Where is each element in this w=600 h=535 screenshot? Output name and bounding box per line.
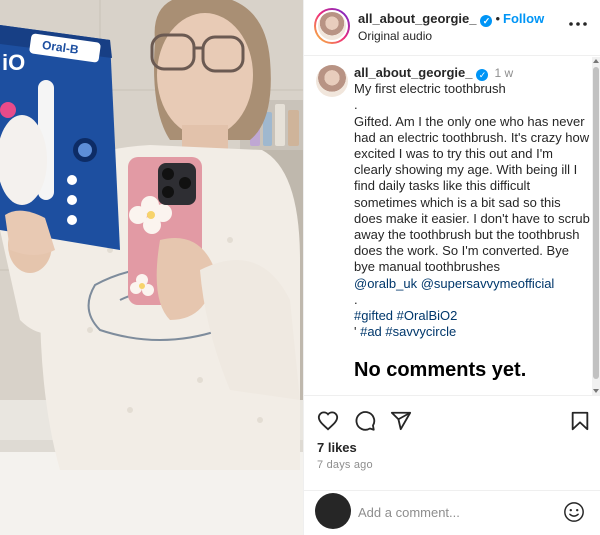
hashtag-link[interactable]: #ad — [360, 324, 382, 339]
viewer-avatar — [315, 493, 351, 529]
mention-link[interactable]: @oralb_uk — [354, 276, 417, 291]
author-avatar[interactable] — [314, 8, 350, 44]
box-model-text: iO — [2, 50, 25, 75]
comment-composer — [304, 490, 600, 535]
audio-label[interactable]: Original audio — [358, 29, 432, 43]
caption-line-title: My first electric toothbrush — [354, 81, 506, 97]
bookmark-icon[interactable] — [569, 410, 591, 432]
scroll-up-arrow-icon[interactable] — [593, 59, 599, 63]
smiley-icon[interactable] — [563, 501, 585, 523]
caption-avatar[interactable] — [316, 65, 348, 97]
post-timestamp[interactable]: 7 days ago — [317, 459, 373, 471]
separator-dot: • — [495, 11, 501, 26]
comment-input[interactable] — [358, 501, 548, 523]
scrollbar-thumb[interactable] — [593, 67, 599, 379]
more-horizontal-icon[interactable] — [567, 16, 589, 32]
mention-link[interactable]: @supersavvymeofficial — [421, 276, 555, 291]
hashtag-link[interactable]: #gifted — [354, 308, 393, 323]
caption-line-dot: . — [354, 291, 358, 307]
post-photo: Oral-B iO — [0, 0, 303, 535]
post-panel: all_about_georgie_ ✓ • Follow Original audi… — [303, 0, 600, 535]
author-username[interactable]: all_about_georgie_ — [358, 11, 476, 26]
hashtag-link[interactable]: #savvycircle — [385, 324, 456, 339]
likes-count[interactable]: 7 likes — [317, 440, 357, 455]
hashtag-link[interactable]: #OralBiO2 — [397, 308, 458, 323]
author-line: all_about_georgie_ ✓ • Follow — [358, 11, 544, 27]
caption-text: all_about_georgie_ ✓ 1 w My first electric… — [354, 65, 592, 340]
comment-icon[interactable] — [354, 410, 376, 432]
comments-section[interactable]: all_about_georgie_ ✓ 1 w My first electric… — [304, 57, 600, 395]
comments-scrollbar[interactable] — [592, 57, 600, 395]
send-icon[interactable] — [390, 410, 412, 432]
caption-line-body: Gifted. Am I the only one who has never … — [354, 113, 590, 275]
no-comments-heading: No comments yet. — [354, 359, 527, 381]
heart-icon[interactable] — [317, 410, 339, 432]
post-header: all_about_georgie_ ✓ • Follow Original audi… — [304, 0, 600, 56]
caption-line-dot: . — [354, 97, 358, 113]
post-media[interactable]: Oral-B iO — [0, 0, 303, 535]
scroll-down-arrow-icon[interactable] — [593, 389, 599, 393]
caption-time[interactable]: 1 w — [494, 66, 513, 80]
caption-username[interactable]: all_about_georgie_ — [354, 65, 472, 80]
verified-badge-icon: ✓ — [480, 15, 493, 27]
follow-button[interactable]: Follow — [503, 11, 544, 26]
verified-badge-icon: ✓ — [476, 69, 489, 81]
post-actions: 7 likes 7 days ago — [304, 395, 600, 490]
